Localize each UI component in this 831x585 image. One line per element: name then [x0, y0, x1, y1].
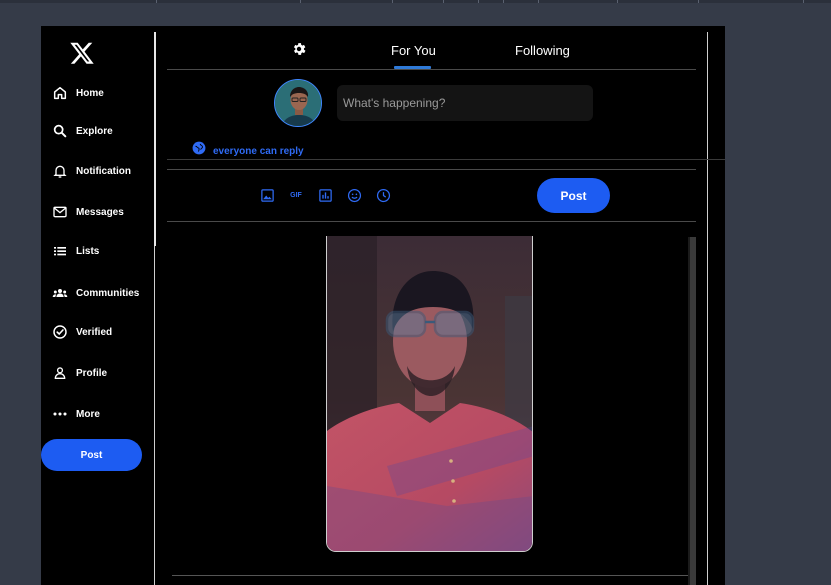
sidebar-item-notification[interactable]: Notification — [52, 161, 131, 181]
toolbar-bottom-divider — [167, 221, 696, 222]
sidebar-item-label: Notification — [76, 165, 131, 177]
post-photo[interactable] — [326, 236, 533, 552]
sidebar-item-label: Lists — [76, 245, 100, 257]
sidebar: Home Explore Notification Messages Lists… — [41, 26, 155, 585]
image-icon[interactable] — [259, 187, 275, 203]
sidebar-item-label: Messages — [76, 206, 124, 218]
sidebar-item-lists[interactable]: Lists — [52, 241, 99, 261]
compose-input[interactable] — [337, 85, 593, 121]
window-top-strip — [0, 0, 831, 3]
people-icon — [52, 285, 68, 301]
feed-bottom-divider — [172, 575, 688, 576]
sidebar-item-more[interactable]: More — [52, 404, 100, 424]
sidebar-divider-lower — [154, 246, 155, 585]
bell-icon — [52, 163, 68, 179]
mail-icon — [52, 204, 68, 220]
tab-for-you[interactable]: For You — [391, 43, 436, 58]
sidebar-item-label: Explore — [76, 125, 113, 137]
globe-icon — [192, 141, 206, 155]
tabs-divider — [167, 69, 696, 70]
compose-divider — [167, 159, 725, 160]
tab-following[interactable]: Following — [515, 43, 570, 58]
sidebar-item-verified[interactable]: Verified — [52, 322, 112, 342]
x-logo-icon[interactable] — [69, 40, 95, 66]
post-button[interactable]: Post — [537, 178, 610, 213]
list-icon — [52, 243, 68, 259]
sidebar-item-home[interactable]: Home — [52, 83, 104, 103]
reply-setting-label: everyone can reply — [213, 146, 304, 157]
sidebar-item-profile[interactable]: Profile — [52, 363, 107, 383]
person-icon — [52, 365, 68, 381]
search-icon — [52, 123, 68, 139]
sidebar-item-messages[interactable]: Messages — [52, 202, 124, 222]
scrollbar[interactable] — [690, 237, 696, 585]
emoji-icon[interactable] — [346, 187, 362, 203]
gear-icon[interactable] — [291, 41, 307, 57]
more-icon — [52, 406, 68, 422]
sidebar-item-label: More — [76, 408, 100, 420]
sidebar-item-label: Home — [76, 87, 104, 99]
sidebar-item-label: Profile — [76, 367, 108, 379]
sidebar-item-explore[interactable]: Explore — [52, 121, 113, 141]
sidebar-item-label: Verified — [76, 326, 113, 338]
sidebar-item-label: Communities — [76, 287, 140, 299]
sidebar-item-communities[interactable]: Communities — [52, 283, 139, 303]
poll-icon[interactable] — [317, 187, 333, 203]
sidebar-post-button[interactable]: Post — [41, 439, 142, 471]
check-circle-icon — [52, 324, 68, 340]
feed-right-divider — [707, 32, 708, 585]
avatar[interactable] — [274, 79, 322, 127]
app-window: Home Explore Notification Messages Lists… — [41, 26, 725, 585]
home-icon — [52, 85, 68, 101]
toolbar-top-divider — [167, 169, 696, 170]
reply-setting[interactable]: everyone can reply — [192, 138, 304, 157]
sidebar-divider — [154, 32, 156, 246]
gif-icon[interactable]: GIF — [288, 187, 304, 203]
schedule-icon[interactable] — [375, 187, 391, 203]
